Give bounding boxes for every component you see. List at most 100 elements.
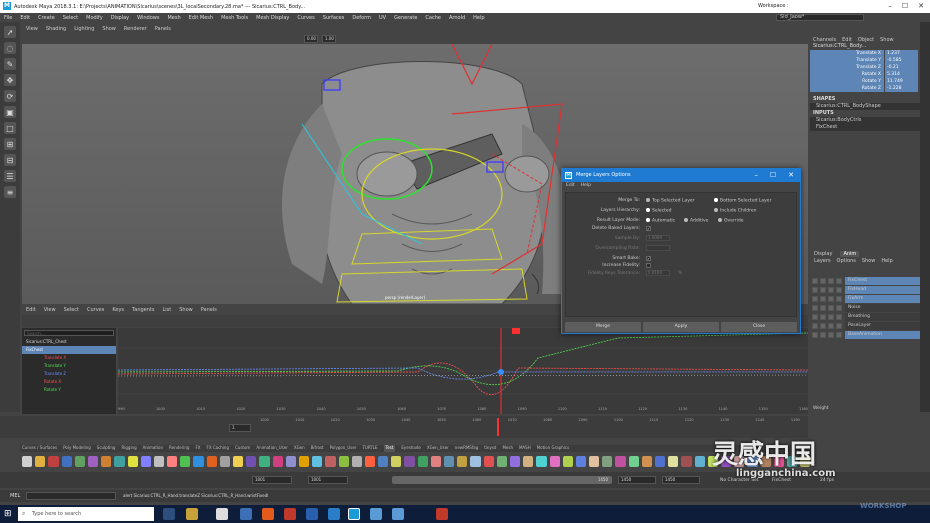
task-view-icon[interactable]	[163, 508, 175, 520]
shelf-tab[interactable]: FX	[195, 445, 200, 452]
shelf-tool-icon[interactable]	[562, 455, 573, 467]
shelf-tool-icon[interactable]	[404, 455, 415, 467]
shelf-tab[interactable]: FX Caching	[207, 445, 229, 452]
folder-app-icon[interactable]	[240, 508, 252, 520]
shelf-tab[interactable]: Curves / Surfaces	[22, 445, 57, 452]
solo-toggle-icon[interactable]	[820, 313, 826, 320]
graph-menu-view[interactable]: View	[44, 307, 56, 315]
viewport-menu-lighting[interactable]: Lighting	[74, 26, 94, 34]
anim-layer-name[interactable]: BaseAnimation	[845, 330, 920, 339]
mute-toggle-icon[interactable]	[812, 277, 818, 284]
channel-value[interactable]: -0.585	[884, 57, 918, 64]
channel-value[interactable]: -0.21	[884, 64, 918, 71]
solo-toggle-icon[interactable]	[820, 331, 826, 338]
smart-bake-checkbox[interactable]: ✓	[646, 256, 651, 262]
workspace-dropdown[interactable]: Sid_Jaow*	[776, 14, 864, 21]
range-slider[interactable]: 1450	[392, 476, 612, 484]
lock-toggle-icon[interactable]	[828, 304, 834, 311]
ghost-toggle-icon[interactable]	[836, 313, 842, 320]
start-frame-field[interactable]: 1001	[252, 476, 292, 484]
layout-single-icon[interactable]: □	[4, 122, 16, 134]
shelf-tab[interactable]: Rendering	[169, 445, 189, 452]
shelf-tool-icon[interactable]	[233, 455, 244, 467]
menu-file[interactable]: File	[4, 15, 12, 21]
shelf-tool-icon[interactable]	[246, 455, 257, 467]
sample-by-field[interactable]: 1.0000	[646, 235, 670, 241]
channel-row[interactable]: Rotate X 5.314	[810, 71, 920, 78]
shelf-tool-icon[interactable]	[536, 455, 547, 467]
graph-menu-keys[interactable]: Keys	[112, 307, 124, 315]
taskbar-search-input[interactable]: ⌕ Type here to search	[18, 507, 154, 521]
shelf-tool-icon[interactable]	[219, 455, 230, 467]
shelf-tool-icon[interactable]	[378, 455, 389, 467]
anim-layer-row[interactable]: PoseLayer	[810, 321, 920, 330]
outliner-item[interactable]: Translate X	[22, 354, 116, 362]
anim-layer-name[interactable]: Noise	[845, 303, 920, 312]
shelf-tool-icon[interactable]	[444, 455, 455, 467]
layer-menu-show[interactable]: Show	[862, 258, 876, 264]
shelf-tab[interactable]: Bifrost	[311, 445, 324, 452]
anim-layer-name[interactable]: FixChest	[845, 276, 920, 285]
playback-start-field[interactable]: 1001	[308, 476, 348, 484]
anim-layer-row[interactable]: FixHead	[810, 285, 920, 294]
anim-layer-name[interactable]: FixHead	[845, 285, 920, 294]
shelf-tool-icon[interactable]	[430, 455, 441, 467]
shelf-tool-icon[interactable]	[351, 455, 362, 467]
shelf-tool-icon[interactable]	[153, 455, 165, 467]
file-explorer-icon[interactable]	[186, 508, 198, 520]
select-tool-icon[interactable]: ➚	[4, 26, 16, 38]
menu-mesh-tools[interactable]: Mesh Tools	[221, 15, 248, 21]
menu-edit[interactable]: Edit	[20, 15, 30, 21]
store-icon[interactable]	[216, 508, 228, 520]
layer-menu-help[interactable]: Help	[881, 258, 892, 264]
shelf-tool-icon[interactable]	[391, 455, 402, 467]
shelf-tab[interactable]: Animation_User	[256, 445, 288, 452]
menu-select[interactable]: Select	[63, 15, 78, 21]
maya-taskbar-icon[interactable]	[348, 508, 360, 520]
oversampling-field[interactable]	[646, 245, 670, 251]
shelf-tab[interactable]: Custom	[235, 445, 250, 452]
menu-edit-mesh[interactable]: Edit Mesh	[189, 15, 213, 21]
dialog-menu-help[interactable]: Help	[581, 182, 591, 190]
outliner-search-input[interactable]: Search...	[24, 330, 114, 336]
command-input[interactable]	[26, 492, 116, 500]
dialog-menu-edit[interactable]: Edit	[566, 182, 575, 190]
media-app-icon[interactable]	[284, 508, 296, 520]
shelf-tab[interactable]: Mesh	[502, 445, 513, 452]
anim-layer-row[interactable]: FixArm	[810, 294, 920, 303]
viewport-menu-renderer[interactable]: Renderer	[124, 26, 147, 34]
shelf-tool-icon[interactable]	[628, 455, 639, 467]
graph-menu-edit[interactable]: Edit	[26, 307, 36, 315]
graph-menu-curves[interactable]: Curves	[87, 307, 104, 315]
outliner-item[interactable]: Translate Y	[22, 362, 116, 370]
rotate-tool-icon[interactable]: ⟳	[4, 90, 16, 102]
shelf-tab[interactable]: MASH	[519, 445, 531, 452]
menu-display[interactable]: Display	[111, 15, 129, 21]
firefox-icon[interactable]	[262, 508, 274, 520]
shelf-tool-icon[interactable]	[325, 455, 336, 467]
solo-toggle-icon[interactable]	[820, 304, 826, 311]
layer-tab-display[interactable]: Display	[814, 251, 832, 257]
app-icon-b[interactable]	[392, 508, 404, 520]
menu-generate[interactable]: Generate	[394, 15, 417, 21]
menu-mesh[interactable]: Mesh	[167, 15, 180, 21]
playback-end-field[interactable]: 1450	[618, 476, 656, 484]
shelf-tool-icon[interactable]	[74, 455, 85, 467]
merge-to-bottom-radio[interactable]: Bottom Selected Layer	[714, 198, 771, 204]
mute-toggle-icon[interactable]	[812, 313, 818, 320]
shelf-tool-icon[interactable]	[193, 455, 204, 467]
shelf-tab[interactable]: newRMSfag	[455, 445, 478, 452]
shelf-tool-icon[interactable]	[87, 455, 99, 467]
anim-layer-row[interactable]: BaseAnimation	[810, 330, 920, 339]
paint-select-icon[interactable]: ✎	[4, 58, 16, 70]
outliner-item[interactable]: FixChest	[22, 346, 116, 354]
layout-stack-icon[interactable]: ☰	[4, 170, 16, 182]
solo-toggle-icon[interactable]	[820, 295, 826, 302]
minimize-button[interactable]: –	[888, 0, 892, 13]
layer-tab-anim[interactable]: Anim	[840, 250, 860, 257]
shelf-tool-icon[interactable]	[272, 455, 283, 467]
shelf-tool-icon[interactable]	[602, 455, 613, 467]
channel-row[interactable]: Rotate Z -1.228	[810, 85, 920, 92]
word-icon[interactable]	[306, 508, 318, 520]
anim-layer-row[interactable]: Noise	[810, 303, 920, 312]
